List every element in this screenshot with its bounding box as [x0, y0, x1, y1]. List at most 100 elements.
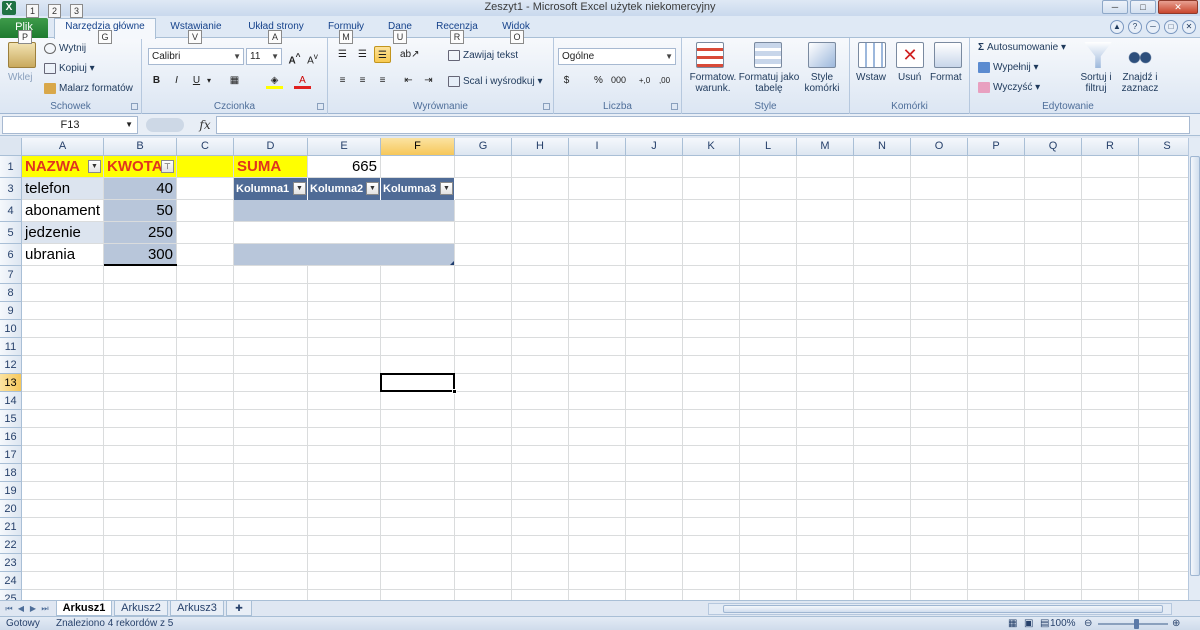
- help-icon[interactable]: ?: [1128, 20, 1142, 34]
- merge-center-button[interactable]: Scal i wyśrodkuj ▾: [448, 76, 543, 87]
- row-header-22[interactable]: 22: [0, 536, 22, 554]
- fill-button[interactable]: Wypełnij ▾: [978, 62, 1039, 73]
- format-button[interactable]: Format: [930, 72, 962, 83]
- wrap-text-button[interactable]: Zawijaj tekst: [448, 50, 518, 61]
- conditional-format-icon[interactable]: [696, 42, 724, 68]
- format-painter-button[interactable]: Malarz formatów: [44, 83, 133, 94]
- copy-button[interactable]: Kopiuj ▾: [44, 63, 95, 74]
- sheet-tab-arkusz2[interactable]: Arkusz2: [114, 601, 168, 616]
- grow-font-button[interactable]: A^: [286, 48, 303, 66]
- filter-active-icon[interactable]: ⊤: [161, 160, 174, 173]
- cell-b6[interactable]: 300: [104, 244, 176, 266]
- table-resize-handle[interactable]: [450, 261, 454, 265]
- align-top-icon[interactable]: ☰: [334, 46, 351, 63]
- find-select-button[interactable]: Znajdź i zaznacz: [1116, 72, 1164, 94]
- worksheet-grid[interactable]: A B C D E F G H I J K L M N O P Q R S 1 3 4 5 6 7 8 9 10 11 12 13 14 15 1…: [0, 138, 1188, 600]
- column-header-i[interactable]: I: [569, 138, 626, 156]
- format-as-table-button[interactable]: Formatuj jako tabelę: [738, 72, 800, 94]
- table-filter-icon[interactable]: ▼: [366, 182, 379, 195]
- thousands-button[interactable]: 000: [610, 72, 627, 89]
- column-header-b[interactable]: B: [104, 138, 177, 156]
- cell-a6[interactable]: ubrania: [22, 244, 103, 266]
- close-button[interactable]: ✕: [1158, 0, 1198, 14]
- row-header-15[interactable]: 15: [0, 410, 22, 428]
- row-header-8[interactable]: 8: [0, 284, 22, 302]
- align-middle-icon[interactable]: ☰: [354, 46, 371, 63]
- increase-indent-icon[interactable]: ⇥: [420, 72, 437, 89]
- binoculars-icon[interactable]: [1126, 42, 1154, 68]
- format-as-table-icon[interactable]: [754, 42, 782, 68]
- conditional-format-button[interactable]: Formatow. warunk.: [684, 72, 742, 94]
- column-header-o[interactable]: O: [911, 138, 968, 156]
- decrease-decimal-button[interactable]: ,00: [656, 72, 673, 89]
- row-header-20[interactable]: 20: [0, 500, 22, 518]
- column-header-h[interactable]: H: [512, 138, 569, 156]
- paste-button[interactable]: Wklej: [8, 72, 32, 83]
- cell-b5[interactable]: 250: [104, 222, 176, 244]
- zoom-in-icon[interactable]: ⊕: [1172, 618, 1180, 629]
- number-launcher[interactable]: [671, 103, 678, 110]
- insert-function-button[interactable]: fx: [196, 116, 214, 134]
- window-minimize-icon[interactable]: ─: [1146, 20, 1160, 34]
- row-header-1[interactable]: 1: [0, 156, 22, 178]
- row-header-7[interactable]: 7: [0, 266, 22, 284]
- column-header-k[interactable]: K: [683, 138, 740, 156]
- window-restore-icon[interactable]: □: [1164, 20, 1178, 34]
- column-header-d[interactable]: D: [234, 138, 308, 156]
- row-header-12[interactable]: 12: [0, 356, 22, 374]
- cell-d1-suma-label[interactable]: SUMA: [234, 156, 307, 178]
- font-launcher[interactable]: [317, 103, 324, 110]
- underline-button[interactable]: U: [188, 72, 205, 89]
- maximize-button[interactable]: □: [1130, 0, 1156, 14]
- row-header-24[interactable]: 24: [0, 572, 22, 590]
- ribbon-minimize-icon[interactable]: ▲: [1110, 20, 1124, 34]
- sheet-tab-arkusz3[interactable]: Arkusz3: [170, 601, 224, 616]
- formula-bar-resize-handle[interactable]: [146, 118, 184, 132]
- column-header-l[interactable]: L: [740, 138, 797, 156]
- row-header-9[interactable]: 9: [0, 302, 22, 320]
- cell-b4[interactable]: 50: [104, 200, 176, 222]
- row-header-18[interactable]: 18: [0, 464, 22, 482]
- sort-filter-icon[interactable]: [1084, 42, 1112, 68]
- active-cell-selection[interactable]: [380, 373, 455, 392]
- row-header-21[interactable]: 21: [0, 518, 22, 536]
- row-header-17[interactable]: 17: [0, 446, 22, 464]
- insert-cells-icon[interactable]: [858, 42, 886, 68]
- horizontal-scroll-thumb[interactable]: [723, 605, 1163, 613]
- prev-sheet-icon[interactable]: ◀: [16, 603, 26, 615]
- align-left-icon[interactable]: ≡: [334, 72, 351, 89]
- column-header-q[interactable]: Q: [1025, 138, 1082, 156]
- normal-view-icon[interactable]: ▦: [1008, 618, 1017, 629]
- increase-decimal-button[interactable]: +,0: [636, 72, 653, 89]
- name-box[interactable]: F13 ▼: [2, 116, 138, 134]
- row-header-4[interactable]: 4: [0, 200, 22, 222]
- page-break-view-icon[interactable]: ▤: [1040, 618, 1049, 629]
- minimize-button[interactable]: ─: [1102, 0, 1128, 14]
- filter-dropdown-icon[interactable]: ▼: [88, 160, 101, 173]
- column-header-n[interactable]: N: [854, 138, 911, 156]
- insert-sheet-icon[interactable]: ✚: [226, 601, 252, 616]
- align-center-icon[interactable]: ≡: [354, 72, 371, 89]
- insert-button[interactable]: Wstaw: [856, 72, 886, 83]
- italic-button[interactable]: I: [168, 72, 185, 89]
- underline-dropdown[interactable]: ▾: [204, 72, 214, 89]
- column-header-m[interactable]: M: [797, 138, 854, 156]
- first-sheet-icon[interactable]: ⏮: [4, 603, 14, 615]
- table-filter-icon[interactable]: ▼: [440, 182, 453, 195]
- row-header-16[interactable]: 16: [0, 428, 22, 446]
- column-header-s[interactable]: S: [1139, 138, 1188, 156]
- fill-handle[interactable]: [452, 389, 457, 394]
- page-layout-view-icon[interactable]: ▣: [1024, 618, 1033, 629]
- window-close-icon[interactable]: ✕: [1182, 20, 1196, 34]
- cell-a4[interactable]: abonament: [22, 200, 103, 222]
- delete-button[interactable]: Usuń: [898, 72, 921, 83]
- font-color-icon[interactable]: A: [294, 72, 311, 89]
- last-sheet-icon[interactable]: ⏭: [40, 603, 50, 615]
- alignment-launcher[interactable]: [543, 103, 550, 110]
- orientation-icon[interactable]: ab↗: [400, 46, 420, 63]
- next-sheet-icon[interactable]: ▶: [28, 603, 38, 615]
- vertical-scrollbar[interactable]: [1188, 138, 1200, 600]
- column-header-a[interactable]: A: [22, 138, 104, 156]
- row-header-11[interactable]: 11: [0, 338, 22, 356]
- cell-a3[interactable]: telefon: [22, 178, 103, 200]
